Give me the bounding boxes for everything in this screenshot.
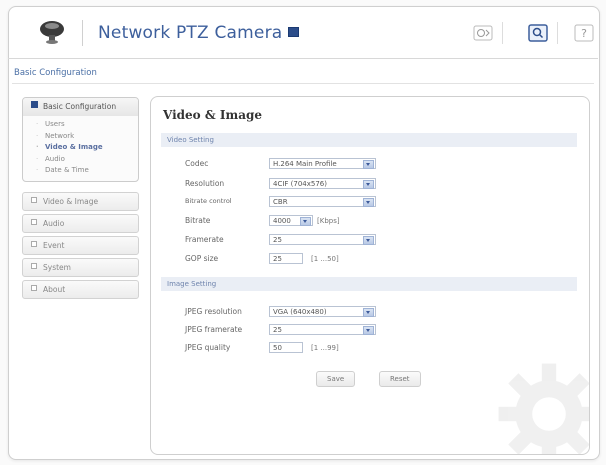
- product-title-text: Network PTZ Camera: [98, 23, 283, 43]
- bullet-icon: ·: [36, 166, 39, 174]
- icon-divider: [502, 22, 503, 44]
- sidebar-item-audio[interactable]: · Audio: [23, 154, 138, 166]
- sidebar-group-audio[interactable]: Audio: [22, 213, 139, 233]
- bullet-icon: ·: [36, 154, 39, 163]
- sidebar-item-users[interactable]: · Users: [23, 119, 138, 131]
- ptz-control-icon[interactable]: [473, 24, 493, 42]
- chevron-down-icon: [363, 236, 374, 245]
- header: Network PTZ Camera ?: [8, 6, 598, 59]
- header-divider: [82, 20, 83, 46]
- gop-size-label: GOP size: [185, 254, 219, 263]
- live-view-icon[interactable]: [528, 24, 548, 42]
- framerate-label: Framerate: [185, 235, 224, 244]
- chevron-down-icon: [363, 308, 374, 317]
- jpeg-framerate-value: 25: [273, 326, 282, 334]
- reset-button[interactable]: Reset: [379, 371, 421, 387]
- jpeg-framerate-label: JPEG framerate: [185, 325, 243, 334]
- gear-watermark-icon: [498, 363, 589, 454]
- icon-divider: [557, 22, 558, 44]
- jpeg-quality-label: JPEG quality: [185, 343, 231, 352]
- chevron-down-icon: [363, 180, 374, 189]
- bitrate-control-select[interactable]: CBR: [269, 196, 376, 207]
- bitrate-value: 4000: [273, 217, 291, 225]
- collapse-box-icon: [31, 262, 37, 269]
- jpeg-resolution-label: JPEG resolution: [185, 307, 242, 316]
- gop-size-range: [1 ...50]: [311, 255, 339, 263]
- sidebar-item-date-time[interactable]: · Date & Time: [23, 165, 138, 177]
- expand-box-icon: [31, 101, 38, 108]
- sidebar-group-system[interactable]: System: [22, 257, 139, 277]
- collapse-box-icon: [31, 196, 37, 203]
- collapse-box-icon: [31, 284, 37, 291]
- save-button[interactable]: Save: [316, 371, 356, 387]
- jpeg-quality-value: 50: [273, 344, 282, 352]
- collapse-box-icon: [31, 240, 37, 247]
- breadcrumb-bar: [12, 63, 594, 84]
- sidebar-group-video-image[interactable]: Video & Image: [22, 191, 139, 211]
- gop-size-value: 25: [273, 255, 282, 263]
- product-square-icon: [288, 27, 300, 37]
- sidebar-head-label: Basic Configuration: [43, 102, 117, 111]
- bullet-icon: ·: [36, 143, 39, 151]
- codec-select[interactable]: H.264 Main Profile: [269, 158, 376, 169]
- sidebar-sub-list: · Users · Network · Video & Image · Audio · D…: [23, 116, 138, 181]
- jpeg-resolution-select[interactable]: VGA (640x480): [269, 306, 376, 317]
- sidebar-group-about[interactable]: About: [22, 279, 139, 299]
- product-title: Network PTZ Camera: [98, 23, 300, 43]
- codec-value: H.264 Main Profile: [273, 160, 337, 168]
- resolution-select[interactable]: 4CIF (704x576): [269, 178, 376, 189]
- resolution-value: 4CIF (704x576): [273, 180, 327, 188]
- bullet-icon: ·: [36, 120, 39, 128]
- jpeg-quality-range: [1 ...99]: [311, 344, 339, 352]
- resolution-label: Resolution: [185, 179, 225, 188]
- sidebar-item-video-image[interactable]: · Video & Image: [23, 142, 138, 154]
- section-header-image-setting: Image Setting: [161, 277, 577, 291]
- chevron-down-icon: [363, 326, 374, 335]
- chevron-down-icon: [300, 217, 311, 226]
- framerate-select[interactable]: 25: [269, 234, 376, 245]
- camera-logo-icon: [40, 21, 64, 44]
- bitrate-label: Bitrate: [185, 216, 211, 225]
- bullet-icon: ·: [36, 131, 39, 140]
- collapse-box-icon: [31, 218, 37, 225]
- chevron-down-icon: [363, 160, 374, 169]
- framerate-value: 25: [273, 236, 282, 244]
- codec-label: Codec: [185, 159, 209, 168]
- sidebar-group-basic-configuration: Basic Configuration · Users · Network · Vid…: [22, 97, 139, 182]
- breadcrumb[interactable]: Basic Configuration: [14, 68, 97, 78]
- sidebar-head-basic-configuration[interactable]: Basic Configuration: [23, 98, 138, 116]
- jpeg-quality-input[interactable]: 50: [269, 342, 303, 353]
- gop-size-input[interactable]: 25: [269, 253, 303, 264]
- svg-text:?: ?: [581, 27, 587, 40]
- bitrate-control-label: Bitrate control: [185, 197, 232, 205]
- bitrate-select[interactable]: 4000: [269, 215, 313, 226]
- sidebar-group-event[interactable]: Event: [22, 235, 139, 255]
- sidebar: Basic Configuration · Users · Network · Vid…: [22, 97, 139, 302]
- sidebar-item-network[interactable]: · Network: [23, 131, 138, 143]
- settings-panel: Video & Image Video Setting Codec H.264 …: [150, 96, 590, 455]
- chevron-down-icon: [363, 198, 374, 207]
- section-header-video-setting: Video Setting: [161, 133, 577, 147]
- jpeg-resolution-value: VGA (640x480): [273, 308, 327, 316]
- bitrate-control-value: CBR: [273, 198, 288, 206]
- jpeg-framerate-select[interactable]: 25: [269, 324, 376, 335]
- bitrate-unit: [Kbps]: [317, 217, 340, 225]
- page-title: Video & Image: [163, 108, 262, 122]
- help-icon[interactable]: ?: [574, 24, 594, 42]
